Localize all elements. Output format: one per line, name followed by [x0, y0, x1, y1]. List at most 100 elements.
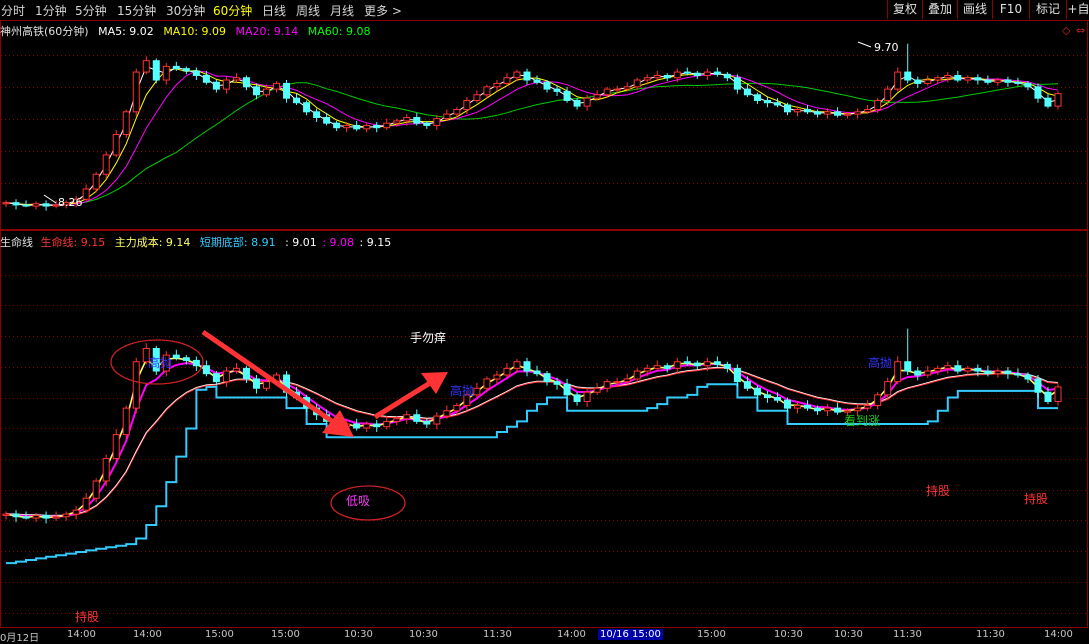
- tab-15min[interactable]: 15分钟: [117, 2, 156, 19]
- x-tick-label: 15:00: [697, 629, 726, 640]
- indicator-candle: [353, 423, 361, 429]
- indicator-candle: [964, 367, 972, 372]
- price-candle: [513, 71, 521, 79]
- chart-canvas[interactable]: [0, 0, 1089, 640]
- grid-lines: [1, 55, 1087, 614]
- indicator-candle: [1034, 378, 1042, 393]
- price-candles[interactable]: [2, 43, 1062, 211]
- price-candle: [533, 79, 541, 83]
- ma5-label: MA5: 9.02: [98, 25, 154, 38]
- price-candle: [343, 124, 351, 129]
- tab-timeshare[interactable]: 分时: [1, 2, 25, 19]
- low-price-marker: 8.26: [58, 196, 83, 209]
- indicator-candle: [82, 497, 90, 511]
- indicator-candle: [904, 361, 912, 372]
- indicator-candle: [693, 362, 701, 367]
- up-arrow-head: [421, 372, 448, 394]
- indicator-candle: [794, 404, 802, 409]
- overlay-button[interactable]: 叠加: [922, 0, 957, 19]
- indicator-candle: [1054, 386, 1062, 402]
- tab-daily[interactable]: 日线: [262, 2, 286, 19]
- indicator-candle: [62, 513, 70, 518]
- indicator-candle: [172, 354, 180, 359]
- indicator-candle: [533, 370, 541, 375]
- expand-icon[interactable]: ⇔: [1076, 24, 1085, 37]
- tab-1min[interactable]: 1分钟: [35, 2, 67, 19]
- indicator-candle: [363, 423, 371, 429]
- add-watchlist-button[interactable]: +自: [1066, 0, 1089, 19]
- date-axis: 0月12日 14:00 14:00 15:00 15:00 10:30 10:30 11:30…: [0, 628, 1089, 644]
- diamond-icon[interactable]: ◇: [1062, 24, 1070, 37]
- indicator-candle: [814, 407, 822, 412]
- ma20-label: MA20: 9.14: [235, 25, 299, 38]
- indicator-candle: [663, 365, 671, 369]
- indicator-candle: [914, 370, 922, 376]
- price-candle: [733, 77, 741, 90]
- indicator-candle: [804, 404, 812, 409]
- price-candle: [222, 79, 230, 90]
- price-candle: [884, 88, 892, 101]
- adjust-button[interactable]: 复权: [887, 0, 922, 19]
- high-sell-label-1: 高抛: [148, 356, 173, 370]
- price-candle: [904, 71, 912, 81]
- price-candle: [363, 124, 371, 130]
- price-candle: [964, 77, 972, 81]
- x-tick-label: 15:00: [205, 629, 234, 640]
- price-candle: [834, 111, 842, 116]
- price-candle: [242, 77, 250, 88]
- price-candle: [232, 77, 240, 81]
- value-label-2: : 9.08: [322, 236, 355, 249]
- hold-label-3: 持股: [1024, 492, 1049, 506]
- indicator-candle: [603, 381, 611, 389]
- mark-button[interactable]: 标记: [1029, 0, 1066, 19]
- indicator-candle: [12, 513, 20, 518]
- tab-weekly[interactable]: 周线: [296, 2, 320, 19]
- price-candle: [1014, 81, 1022, 84]
- x-tick-label: 0月12日: [0, 633, 40, 644]
- indicator-candle: [673, 361, 681, 369]
- tab-more[interactable]: 更多 >: [364, 2, 402, 19]
- high-price-marker: 9.70: [874, 41, 899, 54]
- tab-5min[interactable]: 5分钟: [75, 2, 107, 19]
- indicator-candle: [242, 367, 250, 380]
- price-candle: [32, 203, 40, 207]
- price-panel-frame: [0, 20, 1088, 230]
- x-tick-label: 10/16 15:00: [598, 629, 663, 640]
- tab-60min[interactable]: 60分钟: [213, 2, 252, 19]
- x-tick-label: 15:00: [271, 629, 300, 640]
- indicator-candle: [453, 404, 461, 412]
- price-candle: [984, 79, 992, 83]
- price-candle: [623, 86, 631, 90]
- price-candle: [383, 122, 391, 129]
- draw-button[interactable]: 画线: [957, 0, 992, 19]
- price-candle: [874, 99, 882, 111]
- indicator-candle: [383, 420, 391, 428]
- indicator-candle: [543, 373, 551, 383]
- price-candle: [353, 124, 361, 130]
- indicator-candle: [573, 394, 581, 402]
- indicator-candle: [232, 367, 240, 372]
- price-candle: [773, 102, 781, 106]
- price-candle: [192, 70, 200, 76]
- price-candle: [673, 71, 681, 79]
- indicator-candle: [262, 381, 270, 389]
- indicator-candle: [723, 363, 731, 369]
- x-tick-label: 14:00: [557, 629, 586, 640]
- tab-monthly[interactable]: 月线: [330, 2, 354, 19]
- price-candle: [323, 116, 331, 124]
- price-candle: [393, 120, 401, 124]
- hold-label-2: 持股: [926, 484, 951, 498]
- indicator-candle: [393, 418, 401, 422]
- price-candle: [643, 77, 651, 81]
- price-candle: [403, 116, 411, 122]
- f10-button[interactable]: F10: [992, 0, 1029, 19]
- price-candle: [493, 82, 501, 88]
- short-bottom-line: [6, 383, 1058, 565]
- price-candle: [142, 60, 150, 73]
- price-candle: [473, 94, 481, 101]
- tab-30min[interactable]: 30分钟: [166, 2, 205, 19]
- price-candle: [553, 88, 561, 92]
- price-candle: [1034, 86, 1042, 99]
- price-candle: [954, 74, 962, 81]
- indicator-candle: [122, 407, 130, 436]
